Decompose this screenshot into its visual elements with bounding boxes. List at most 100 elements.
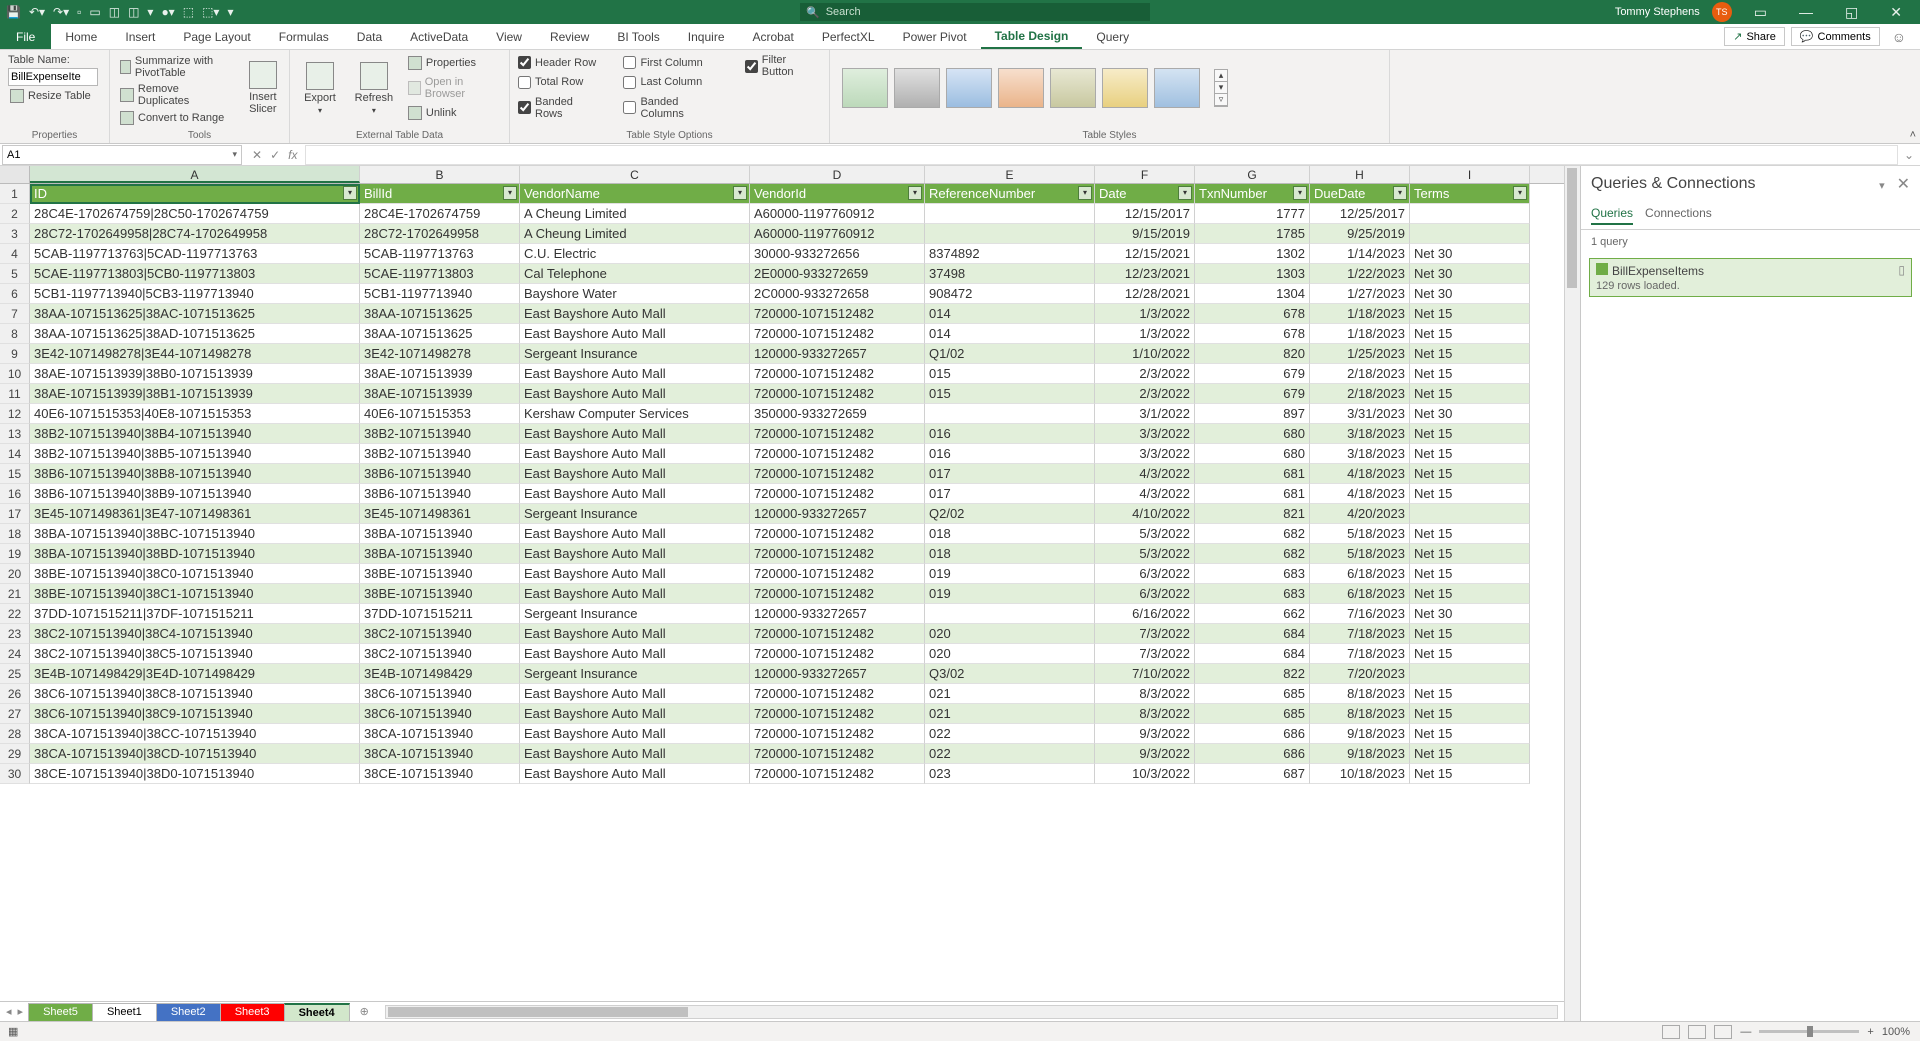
horizontal-scrollbar[interactable] [385,1005,1558,1019]
data-cell[interactable]: 5/18/2023 [1310,544,1410,564]
smiley-icon[interactable]: ☺ [1886,29,1912,45]
data-cell[interactable]: 7/3/2022 [1095,624,1195,644]
qat-icon[interactable]: ⬚ [183,5,194,19]
data-cell[interactable]: A60000-1197760912 [750,204,925,224]
data-cell[interactable]: 7/18/2023 [1310,624,1410,644]
data-cell[interactable]: 8/18/2023 [1310,684,1410,704]
data-cell[interactable]: 38AE-1071513939 [360,384,520,404]
data-cell[interactable]: 2E0000-933272659 [750,264,925,284]
table-style-swatch[interactable] [946,68,992,108]
data-cell[interactable]: 5/18/2023 [1310,524,1410,544]
data-cell[interactable]: Net 30 [1410,404,1530,424]
enter-formula-icon[interactable]: ✓ [270,148,280,162]
qat-icon[interactable]: ●▾ [161,5,174,19]
data-cell[interactable] [1410,224,1530,244]
data-cell[interactable]: Net 15 [1410,344,1530,364]
data-cell[interactable]: 2/3/2022 [1095,364,1195,384]
column-header[interactable]: E [925,166,1095,183]
filter-dropdown-icon[interactable]: ▾ [1393,186,1407,200]
data-cell[interactable]: 40E6-1071515353|40E8-1071515353 [30,404,360,424]
ribbon-tab-data[interactable]: Data [343,24,396,49]
row-number[interactable]: 29 [0,744,30,764]
data-cell[interactable]: East Bayshore Auto Mall [520,644,750,664]
data-cell[interactable]: 3E42-1071498278|3E44-1071498278 [30,344,360,364]
data-cell[interactable]: 38AA-1071513625 [360,324,520,344]
data-cell[interactable]: 37498 [925,264,1095,284]
table-styles-gallery[interactable] [838,64,1204,112]
data-cell[interactable]: 3/18/2023 [1310,424,1410,444]
data-cell[interactable]: 1/27/2023 [1310,284,1410,304]
data-cell[interactable]: 38C2-1071513940 [360,644,520,664]
filter-dropdown-icon[interactable]: ▾ [1513,186,1527,200]
data-cell[interactable]: 10/3/2022 [1095,764,1195,784]
data-cell[interactable]: 4/3/2022 [1095,464,1195,484]
data-cell[interactable]: 720000-1071512482 [750,444,925,464]
data-cell[interactable]: 4/3/2022 [1095,484,1195,504]
first-col-check[interactable]: First Column [623,56,724,69]
data-cell[interactable]: 38B2-1071513940|38B5-1071513940 [30,444,360,464]
data-cell[interactable]: 1/18/2023 [1310,304,1410,324]
undo-icon[interactable]: ↶▾ [29,5,45,19]
data-cell[interactable]: 685 [1195,704,1310,724]
table-header-cell[interactable]: VendorId▾ [750,184,925,204]
row-number[interactable]: 21 [0,584,30,604]
data-cell[interactable] [925,604,1095,624]
data-cell[interactable]: 720000-1071512482 [750,324,925,344]
cancel-formula-icon[interactable]: ✕ [252,148,262,162]
new-sheet-icon[interactable]: ⊕ [350,1005,379,1018]
data-cell[interactable]: 6/18/2023 [1310,584,1410,604]
table-header-cell[interactable]: TxnNumber▾ [1195,184,1310,204]
last-col-check[interactable]: Last Column [623,76,724,89]
export-button[interactable]: Export▾ [298,54,342,122]
data-cell[interactable]: 120000-933272657 [750,664,925,684]
data-cell[interactable]: 38C6-1071513940|38C9-1071513940 [30,704,360,724]
properties-button[interactable]: Properties [406,55,501,71]
row-number[interactable]: 2 [0,204,30,224]
data-cell[interactable]: Net 15 [1410,464,1530,484]
data-cell[interactable]: Net 15 [1410,544,1530,564]
row-number[interactable]: 8 [0,324,30,344]
data-cell[interactable]: 9/3/2022 [1095,724,1195,744]
data-cell[interactable]: 678 [1195,324,1310,344]
data-cell[interactable]: 682 [1195,544,1310,564]
data-cell[interactable] [925,404,1095,424]
data-cell[interactable]: 2/3/2022 [1095,384,1195,404]
ribbon-tab-formulas[interactable]: Formulas [265,24,343,49]
row-number[interactable]: 22 [0,604,30,624]
data-cell[interactable]: 350000-933272659 [750,404,925,424]
data-cell[interactable]: Net 15 [1410,324,1530,344]
data-cell[interactable]: Sergeant Insurance [520,504,750,524]
data-cell[interactable]: East Bayshore Auto Mall [520,564,750,584]
data-cell[interactable]: 38CA-1071513940 [360,724,520,744]
sheet-tab-sheet1[interactable]: Sheet1 [92,1003,157,1021]
data-cell[interactable]: 3/18/2023 [1310,444,1410,464]
comments-button[interactable]: 💬Comments [1791,27,1880,46]
data-cell[interactable]: 40E6-1071515353 [360,404,520,424]
data-cell[interactable]: 6/3/2022 [1095,584,1195,604]
sheet-nav[interactable]: ◂▸ [0,1005,29,1018]
row-number[interactable]: 18 [0,524,30,544]
row-number[interactable]: 27 [0,704,30,724]
scrollbar-thumb[interactable] [388,1007,688,1017]
filter-dropdown-icon[interactable]: ▾ [908,186,922,200]
filter-dropdown-icon[interactable]: ▾ [1178,186,1192,200]
data-cell[interactable]: East Bayshore Auto Mall [520,544,750,564]
data-cell[interactable]: 681 [1195,484,1310,504]
data-cell[interactable]: 38BE-1071513940 [360,584,520,604]
column-header[interactable]: I [1410,166,1530,183]
sheet-tab-sheet3[interactable]: Sheet3 [220,1003,285,1021]
data-cell[interactable]: 687 [1195,764,1310,784]
qat-icon[interactable]: ▫ [77,5,81,19]
data-cell[interactable]: Q1/02 [925,344,1095,364]
data-cell[interactable]: 3E42-1071498278 [360,344,520,364]
filter-dropdown-icon[interactable]: ▾ [343,186,357,200]
close-icon[interactable]: ✕ [1880,4,1912,21]
data-cell[interactable]: 686 [1195,724,1310,744]
data-cell[interactable]: 6/3/2022 [1095,564,1195,584]
data-cell[interactable]: Net 15 [1410,644,1530,664]
data-cell[interactable]: East Bayshore Auto Mall [520,524,750,544]
worksheet-grid[interactable]: ABCDEFGHI 1ID▾BillId▾VendorName▾VendorId… [0,166,1564,1021]
pane-menu-icon[interactable]: ▾ [1879,180,1885,192]
formula-input[interactable] [305,145,1897,165]
data-cell[interactable]: 120000-933272657 [750,344,925,364]
